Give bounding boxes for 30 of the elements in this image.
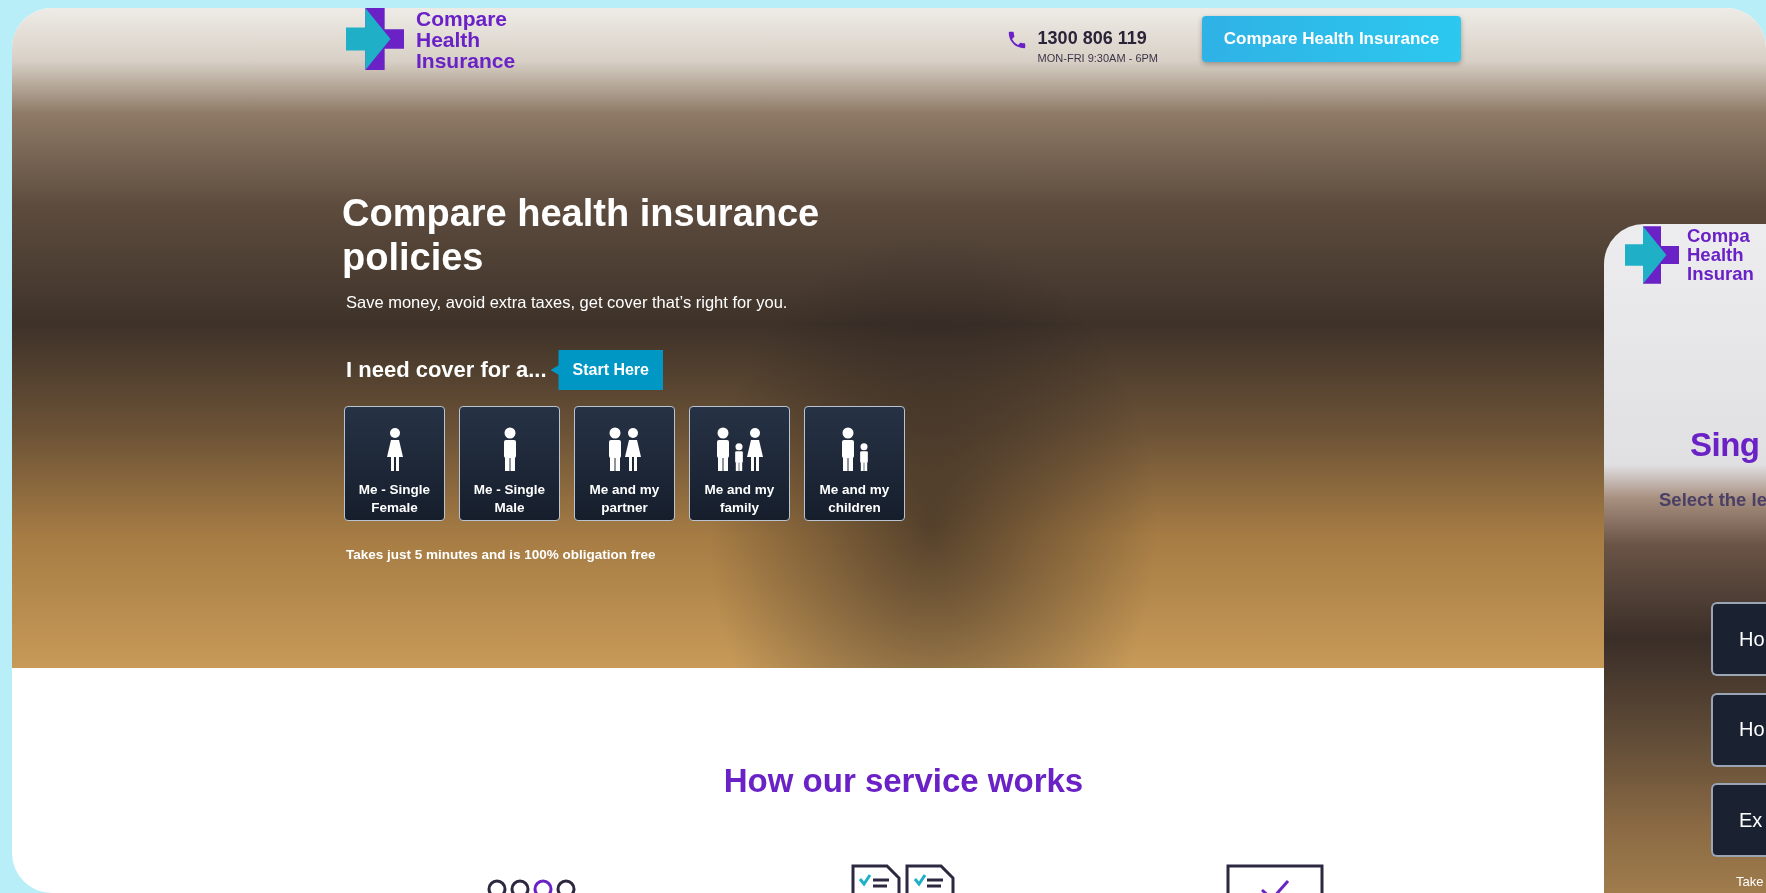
section-heading: How our service works [722, 762, 1085, 800]
obligation-note: Takes just 5 minutes and is 100% obligation free [346, 547, 657, 562]
cover-option-button[interactable]: Me and my family [689, 406, 790, 521]
cover-option-button[interactable]: Me and my partner [574, 406, 675, 521]
opening-hours: MON-FRI 9:30AM - 6PM [1037, 52, 1158, 64]
hero-title: Compare health insurance policies [342, 191, 821, 279]
cover-prompt: I need cover for a... [346, 357, 547, 383]
cover-option-button[interactable]: Me - Single Male [459, 406, 560, 521]
screen-note: Take [1736, 874, 1764, 889]
couple-icon [608, 427, 641, 471]
logo-cross-icon [346, 8, 404, 70]
option-button[interactable]: Ex [1711, 783, 1766, 857]
man-icon [503, 427, 516, 471]
screen-subtitle: Select the le [1659, 489, 1766, 511]
screen-title: Sing [1690, 426, 1760, 464]
cover-option-button[interactable]: Me and my children [804, 406, 905, 521]
hero-subtitle: Save money, avoid extra taxes, get cover that’s right for you. [346, 293, 789, 312]
phone-number[interactable]: 1300 806 119 [1037, 28, 1158, 49]
logo-text[interactable]: Compare Health Insurance [416, 8, 516, 71]
checkbox-icon [1226, 864, 1325, 893]
parent-child-icon [841, 427, 868, 471]
option-button[interactable]: Ho [1711, 692, 1766, 767]
cover-option-button[interactable]: Me - Single Female [344, 406, 445, 521]
family-icon [716, 427, 763, 471]
logo-text[interactable]: Compa Health Insuran [1687, 226, 1754, 284]
progress-dots-icon [485, 878, 578, 893]
woman-icon [386, 427, 403, 471]
start-here-badge: Start Here [550, 350, 663, 390]
logo-cross-icon [1625, 226, 1679, 284]
option-button[interactable]: Ho [1711, 602, 1766, 676]
